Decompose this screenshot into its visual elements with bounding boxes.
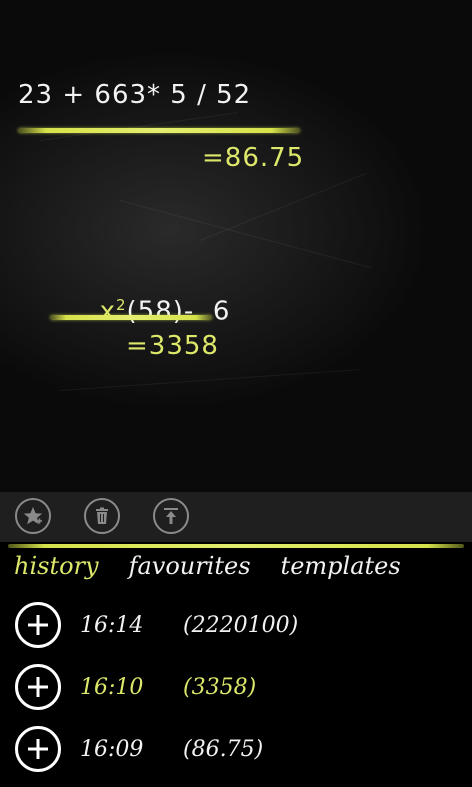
expression-2-base: x bbox=[99, 296, 116, 327]
result-1: =86.75 bbox=[202, 143, 305, 173]
tabs-divider-line bbox=[8, 544, 464, 548]
move-top-button[interactable] bbox=[153, 498, 189, 534]
expression-2-rest: (58)- 6 bbox=[126, 296, 231, 327]
history-time: 16:10 bbox=[80, 674, 144, 700]
pivot-tabs: history favourites templates bbox=[14, 552, 401, 588]
history-value: (86.75) bbox=[183, 736, 264, 762]
history-time: 16:14 bbox=[80, 612, 144, 638]
plus-icon bbox=[28, 615, 48, 635]
star-icon bbox=[23, 507, 43, 525]
equals-line-2 bbox=[50, 315, 212, 320]
trash-icon bbox=[96, 507, 108, 524]
list-item[interactable]: 16:10 (3358) bbox=[0, 656, 472, 718]
plus-icon bbox=[28, 677, 48, 697]
tab-history[interactable]: history bbox=[14, 552, 99, 588]
equals-line-1 bbox=[18, 128, 300, 133]
list-item[interactable]: 16:09 (86.75) bbox=[0, 718, 472, 780]
upload-icon bbox=[164, 508, 178, 524]
add-entry-button[interactable] bbox=[15, 726, 61, 772]
history-time: 16:09 bbox=[80, 736, 144, 762]
history-value: (2220100) bbox=[183, 612, 299, 638]
calculator-screen: 23 + 663* 5 / 52 =86.75 x2(58)- 6 =3358 bbox=[0, 0, 472, 787]
list-item[interactable]: 16:14 (2220100) bbox=[0, 594, 472, 656]
favourite-add-button[interactable] bbox=[15, 498, 51, 534]
history-value: (3358) bbox=[183, 674, 257, 700]
result-2: =3358 bbox=[126, 331, 219, 361]
expression-1: 23 + 663* 5 / 52 bbox=[18, 80, 252, 110]
chalkboard: 23 + 663* 5 / 52 =86.75 x2(58)- 6 =3358 bbox=[0, 0, 472, 492]
scratch-mark bbox=[119, 200, 372, 269]
tab-templates[interactable]: templates bbox=[281, 552, 401, 588]
add-entry-button[interactable] bbox=[15, 602, 61, 648]
history-list: 16:14 (2220100) 16:10 (3358) 16:09 (86.7… bbox=[0, 594, 472, 780]
plus-icon bbox=[28, 739, 48, 759]
scratch-mark bbox=[199, 172, 368, 241]
add-entry-button[interactable] bbox=[15, 664, 61, 710]
tab-favourites[interactable]: favourites bbox=[129, 552, 251, 588]
scratch-mark bbox=[59, 369, 360, 391]
expression-2-sup: 2 bbox=[115, 296, 127, 314]
scratch-mark bbox=[39, 112, 239, 141]
delete-button[interactable] bbox=[84, 498, 120, 534]
app-bar bbox=[0, 492, 472, 542]
